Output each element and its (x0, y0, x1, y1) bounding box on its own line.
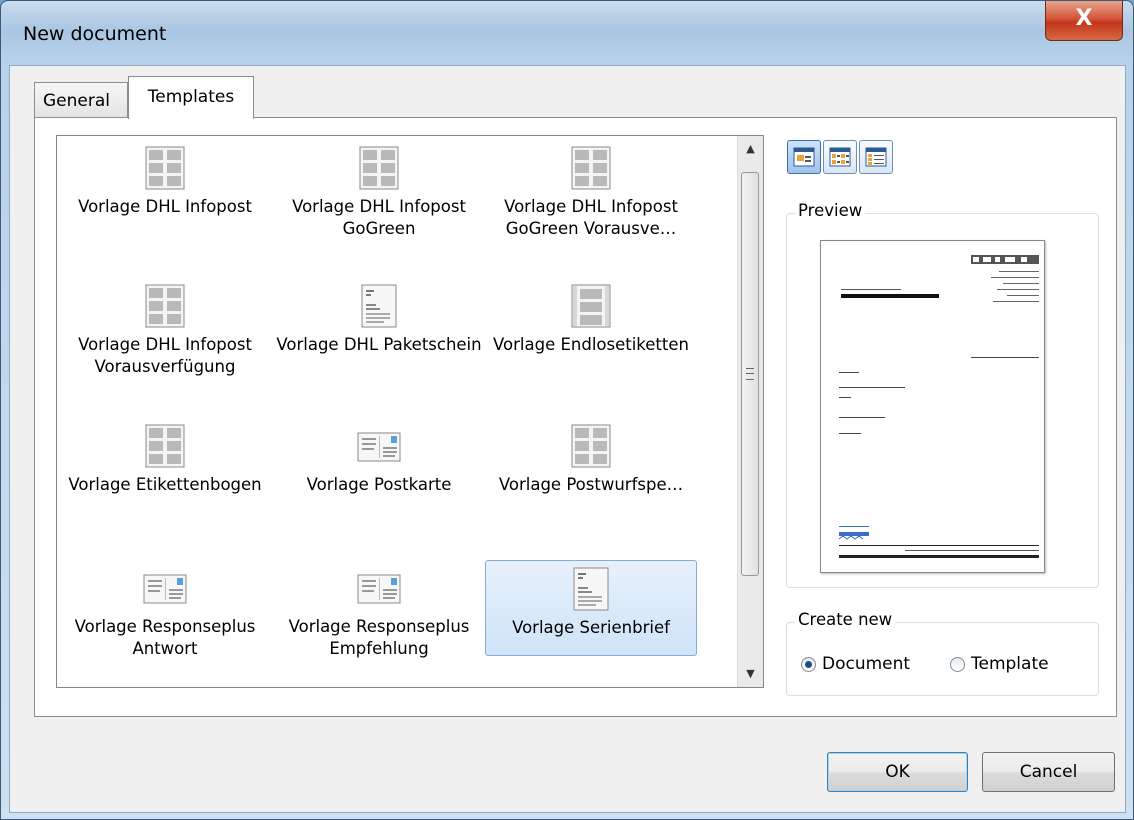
scroll-down-arrow-icon[interactable]: ▼ (738, 663, 763, 685)
preview-group: Preview (786, 201, 1099, 588)
document-option-label: Document (822, 654, 911, 674)
postcard-icon (143, 574, 187, 604)
postcard-icon (357, 574, 401, 604)
create-new-label: Create new (795, 610, 896, 629)
document-radio[interactable]: Document (801, 654, 910, 674)
vertical-scrollbar[interactable]: ▲ ▼ (737, 136, 763, 687)
template-item[interactable]: Vorlage Postwurfspe… (485, 418, 697, 558)
close-button[interactable]: X (1045, 1, 1123, 41)
scroll-up-arrow-icon[interactable]: ▲ (738, 138, 763, 160)
label-sheet-icon (571, 146, 611, 190)
new-document-dialog: New document X General Templates Vorlage… (0, 0, 1134, 820)
template-item[interactable]: Vorlage DHL Infopost (59, 140, 271, 278)
template-label: Vorlage Postkarte (306, 475, 452, 494)
continuous-labels-icon (571, 284, 611, 328)
template-label: Vorlage DHL Infopost Vorausverfügung (78, 335, 252, 376)
dialog-body: General Templates Vorlage DHL Infopost V… (9, 65, 1126, 813)
label-sheet-icon (145, 424, 185, 468)
template-label: Vorlage DHL Infopost GoGreen Vorausve… (504, 197, 678, 238)
label-sheet-icon (359, 146, 399, 190)
template-item[interactable]: Vorlage DHL Infopost Vorausverfügung (59, 278, 271, 418)
letter-document-icon (359, 284, 399, 328)
label-sheet-icon (145, 284, 185, 328)
label-sheet-icon (145, 146, 185, 190)
tab-general[interactable]: General (34, 82, 128, 118)
large-icons-view-button[interactable] (787, 140, 821, 174)
details-view-button[interactable] (859, 140, 893, 174)
grip-icon (746, 368, 754, 380)
create-new-group: Create new Document Template (786, 610, 1099, 696)
template-label: Vorlage DHL Infopost (78, 197, 252, 216)
dialog-title: New document (23, 23, 167, 45)
tab-templates[interactable]: Templates (128, 76, 254, 119)
template-label: Vorlage Responseplus Antwort (74, 617, 256, 658)
template-label: Vorlage Endlosetiketten (493, 335, 689, 354)
close-icon: X (1075, 6, 1093, 31)
template-item[interactable]: Vorlage DHL Paketschein (273, 278, 485, 418)
template-label: Vorlage Etikettenbogen (68, 475, 262, 494)
scrollbar-thumb[interactable] (741, 172, 759, 576)
small-icons-view-button[interactable] (823, 140, 857, 174)
template-item[interactable]: Vorlage Postkarte (273, 418, 485, 558)
small-icons-view-icon (829, 147, 851, 167)
postcard-icon (357, 432, 401, 462)
template-item[interactable]: Vorlage Responseplus Antwort (59, 560, 271, 686)
template-label: Vorlage DHL Paketschein (276, 335, 482, 354)
large-icons-view-icon (793, 147, 815, 167)
template-label: Vorlage Postwurfspe… (498, 475, 684, 494)
template-item[interactable]: Vorlage Responseplus Empfehlung (273, 560, 485, 686)
ok-button[interactable]: OK (827, 752, 968, 792)
template-item[interactable]: Vorlage Endlosetiketten (485, 278, 697, 418)
template-item[interactable]: Vorlage DHL Infopost GoGreen (273, 140, 485, 278)
template-item-selected[interactable]: Vorlage Serienbrief (485, 560, 697, 656)
template-label: Vorlage Responseplus Empfehlung (288, 617, 470, 658)
radio-selected-icon (801, 656, 816, 672)
letter-document-icon (571, 567, 611, 611)
template-preview-thumbnail (820, 240, 1045, 573)
details-view-icon (865, 147, 887, 167)
cancel-button[interactable]: Cancel (982, 752, 1115, 792)
label-sheet-icon (571, 424, 611, 468)
template-item[interactable]: Vorlage DHL Infopost GoGreen Vorausve… (485, 140, 697, 278)
preview-label: Preview (795, 201, 866, 220)
template-item[interactable]: Vorlage Etikettenbogen (59, 418, 271, 558)
templates-panel: Vorlage DHL Infopost Vorlage DHL Infopos… (34, 117, 1117, 717)
title-bar[interactable]: New document X (1, 1, 1133, 65)
radio-unselected-icon (950, 656, 965, 672)
template-label: Vorlage DHL Infopost GoGreen (292, 197, 466, 238)
template-radio[interactable]: Template (950, 654, 1049, 674)
template-list[interactable]: Vorlage DHL Infopost Vorlage DHL Infopos… (56, 135, 764, 688)
template-label: Vorlage Serienbrief (512, 618, 670, 637)
letter-preview-image (838, 255, 1039, 558)
template-option-label: Template (971, 654, 1049, 674)
